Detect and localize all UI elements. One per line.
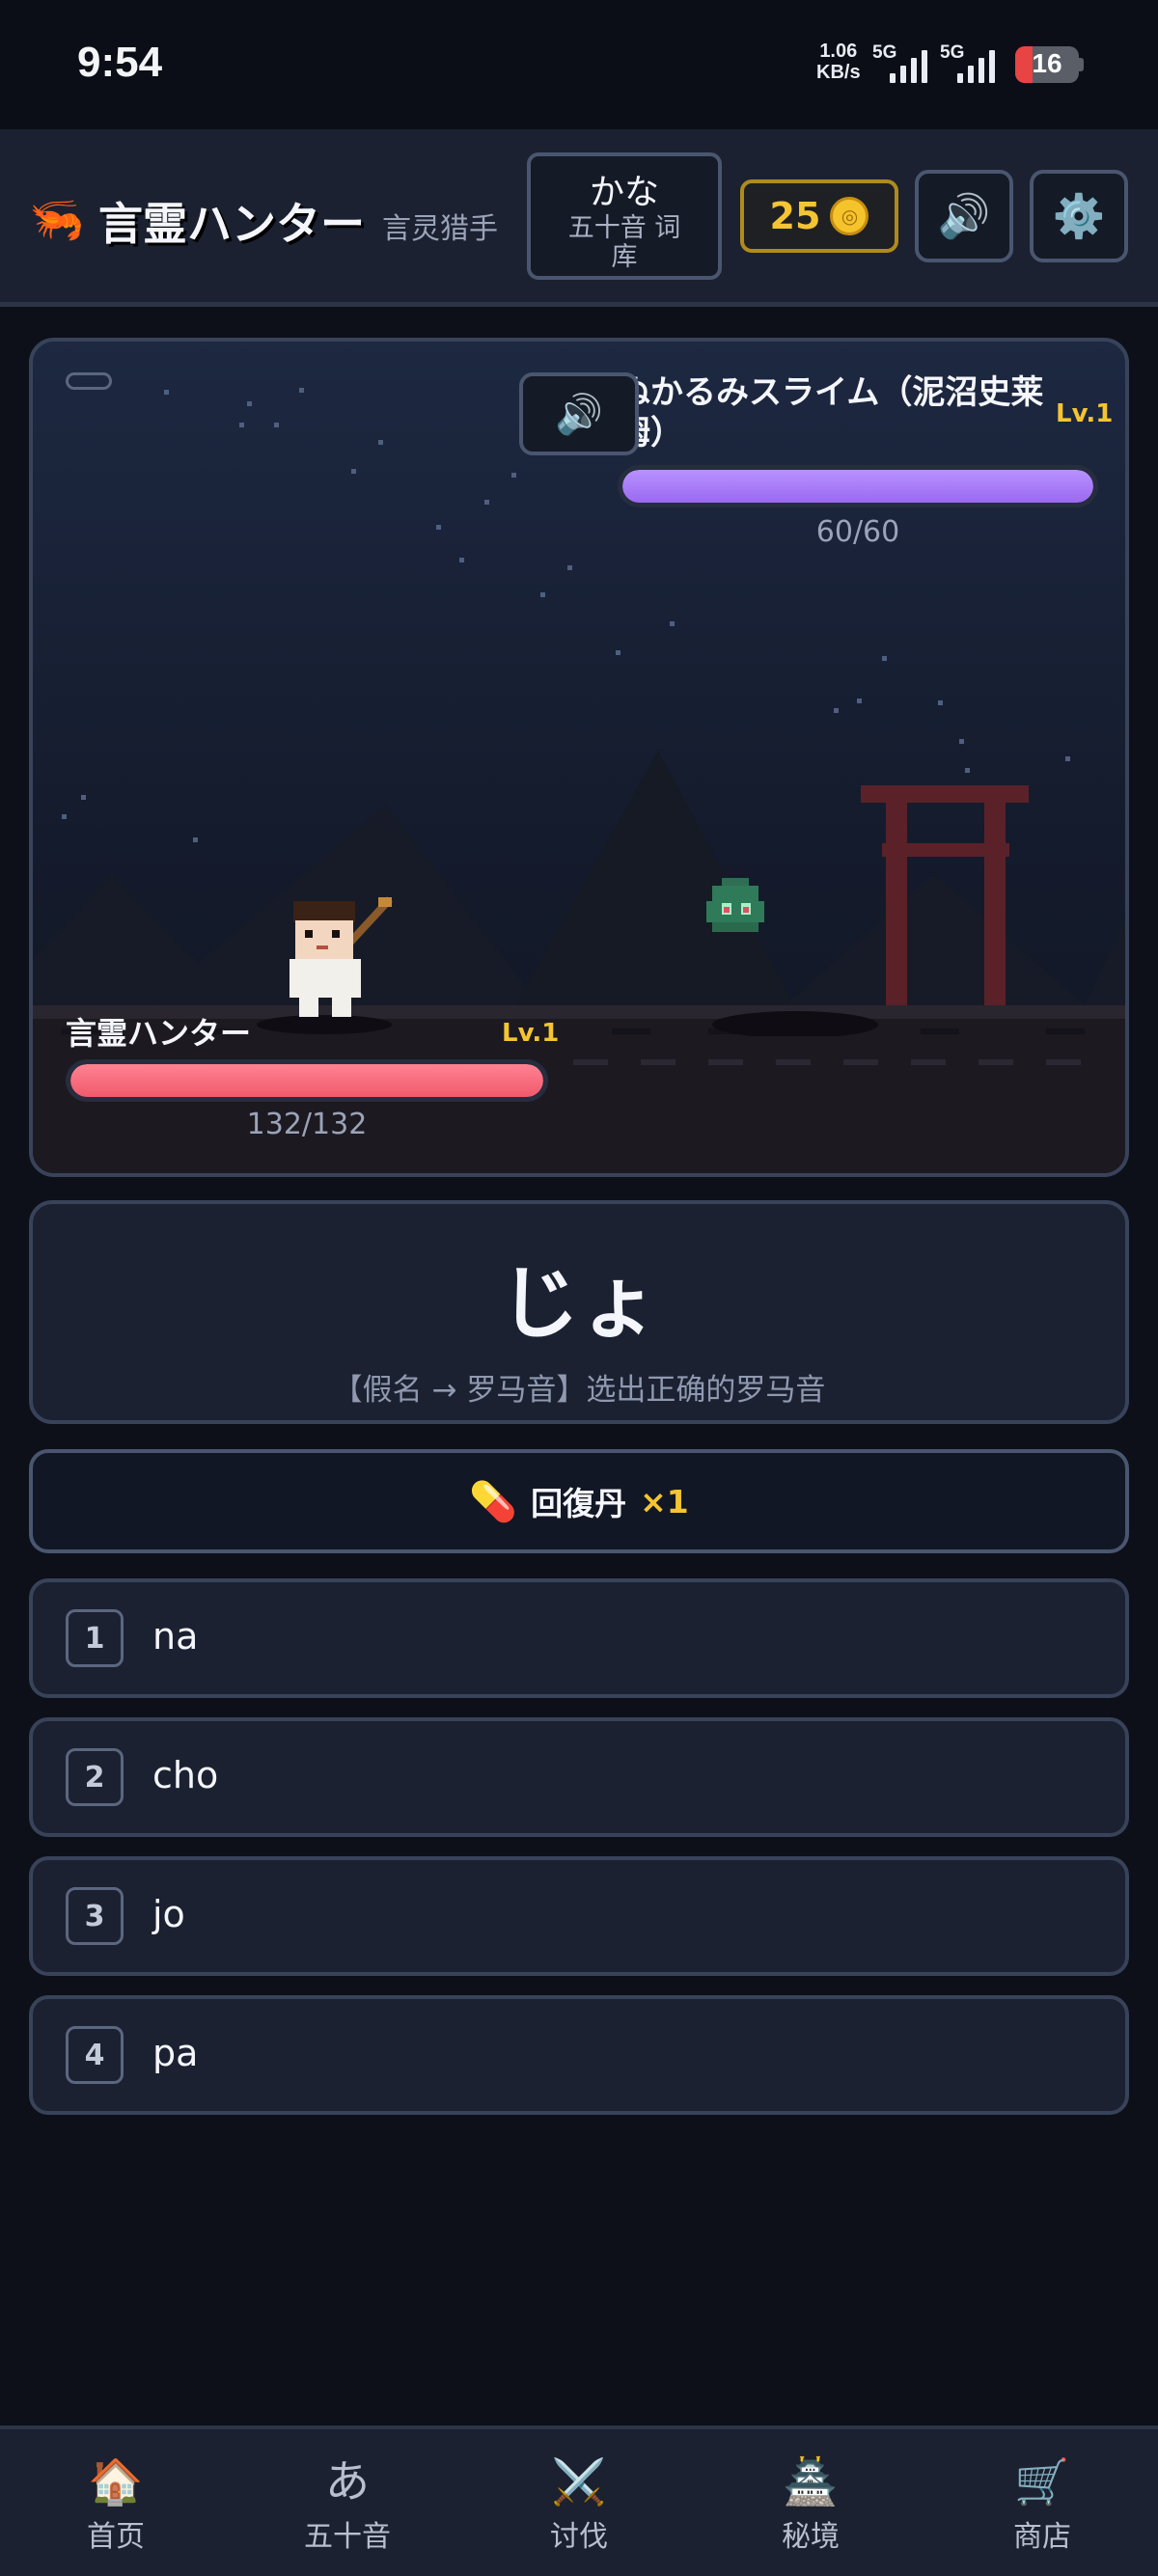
option-number: 2 [66, 1748, 124, 1806]
network-speed: 1.06 KB/s [816, 41, 861, 83]
app-title: 言霊ハンター [98, 198, 365, 250]
player-hp-bar [66, 1059, 548, 1102]
coin-icon: ◎ [830, 197, 869, 235]
answer-option-4[interactable]: 4 pa [29, 1995, 1129, 2115]
use-potion-button[interactable]: 💊 回復丹 ×1 [29, 1449, 1129, 1553]
signal-bars-icon [957, 50, 995, 83]
network-speed-value: 1.06 [819, 41, 858, 62]
status-bar: 9:54 1.06 KB/s 5G 5G 16 [0, 0, 1158, 129]
option-text: jo [152, 1893, 185, 1935]
answer-option-3[interactable]: 3 jo [29, 1856, 1129, 1976]
enemy-hp-fill [622, 470, 1093, 503]
tab-label: 秘境 [782, 2520, 840, 2554]
tab-label: 五十音 [304, 2520, 391, 2554]
speaker-icon: 🔊 [937, 192, 991, 241]
question-hint: 【假名 → 罗马音】选出正确的罗马音 [332, 1373, 826, 1408]
house-icon: 🏠 [88, 2455, 144, 2507]
app-header: 🦐 言霊ハンター 言灵猎手 かな 五十音 词库 25 ◎ 🔊 ⚙️ [0, 129, 1158, 307]
tab-label: 商店 [1013, 2520, 1071, 2554]
signal-bars-icon [890, 50, 927, 83]
battery-icon: 16 [1015, 46, 1079, 83]
option-text: pa [152, 2032, 199, 2074]
app-subtitle: 言灵猎手 [382, 212, 498, 246]
player-level: Lv.1 [502, 1019, 560, 1048]
option-number: 1 [66, 1609, 124, 1667]
answer-option-1[interactable]: 1 na [29, 1578, 1129, 1698]
player-name: 言霊ハンター [66, 1015, 252, 1052]
kana-icon: あ [325, 2455, 370, 2507]
answer-option-2[interactable]: 2 cho [29, 1717, 1129, 1837]
speaker-icon: 🔊 [555, 392, 603, 437]
enemy-voice-button[interactable]: 🔊 [519, 372, 639, 455]
network-speed-unit: KB/s [816, 62, 861, 83]
option-number: 3 [66, 1887, 124, 1945]
player-hp-fill [70, 1064, 543, 1097]
gear-icon: ⚙️ [1052, 192, 1106, 241]
mode-sub-label: 五十音 词库 [567, 213, 681, 272]
option-text: cho [152, 1754, 219, 1796]
potion-count: ×1 [640, 1482, 689, 1521]
pill-icon: 💊 [469, 1479, 518, 1524]
hero-sprite [257, 896, 393, 1034]
potion-label: 回復丹 [531, 1485, 627, 1522]
signal-2: 5G [940, 42, 1002, 87]
enemy-hp-text: 60/60 [815, 515, 900, 549]
scene-indicator [66, 372, 112, 390]
castle-icon: 🏯 [783, 2455, 839, 2507]
tab-gojuon[interactable]: あ 五十音 [251, 2454, 444, 2555]
crossed-swords-icon: ⚔️ [551, 2455, 607, 2507]
battery-level: 16 [1032, 48, 1062, 78]
cart-icon: 🛒 [1014, 2455, 1070, 2507]
vocabulary-mode-button[interactable]: かな 五十音 词库 [527, 152, 722, 280]
question-kana: じょ [499, 1258, 658, 1350]
option-number: 4 [66, 2026, 124, 2084]
status-time: 9:54 [77, 39, 163, 86]
enemy-name: ぬかるみスライム（泥沼史莱姆） [618, 373, 1044, 452]
settings-button[interactable]: ⚙️ [1030, 170, 1128, 262]
player-hp-text: 132/132 [246, 1108, 368, 1141]
tab-label: 首页 [87, 2520, 145, 2554]
tab-home[interactable]: 🏠 首页 [19, 2454, 212, 2555]
tab-battle[interactable]: ⚔️ 讨伐 [482, 2454, 676, 2555]
option-text: na [152, 1615, 199, 1658]
enemy-hp-bar [618, 465, 1098, 507]
bottom-tab-bar: 🏠 首页 あ 五十音 ⚔️ 讨伐 🏯 秘境 🛒 商店 [0, 2425, 1158, 2576]
mode-main-label: かな [589, 173, 659, 212]
question-card: じょ 【假名 → 罗马音】选出正确的罗马音 [29, 1200, 1129, 1424]
tab-dungeon[interactable]: 🏯 秘境 [714, 2454, 907, 2555]
shrimp-icon: 🦐 [29, 193, 85, 245]
slime-sprite [706, 878, 878, 1036]
battle-scene: 🔊 ぬかるみスライム（泥沼史莱姆） Lv.1 60/60 言霊ハンター Lv.1… [29, 338, 1129, 1177]
tab-shop[interactable]: 🛒 商店 [946, 2454, 1139, 2555]
sound-button[interactable]: 🔊 [915, 170, 1013, 262]
coin-counter[interactable]: 25 ◎ [740, 179, 898, 253]
coin-amount: 25 [769, 195, 821, 237]
signal-1: 5G [872, 42, 940, 87]
tab-label: 讨伐 [550, 2520, 608, 2554]
